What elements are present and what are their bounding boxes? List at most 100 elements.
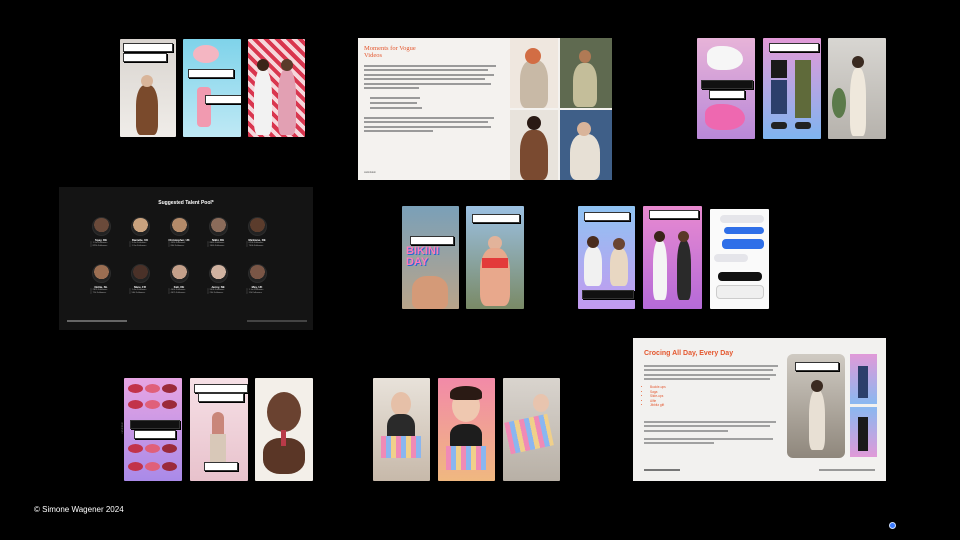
story-thumbnail[interactable]: BIKINI DAY: [402, 206, 459, 309]
story-thumbnail[interactable]: [643, 206, 702, 309]
story-thumbnail[interactable]: [124, 378, 182, 481]
presentation-slide-moments[interactable]: Moments for Vogue Videos calvinklein: [358, 38, 612, 180]
avatar-head: [533, 394, 549, 412]
talent-card[interactable]: Mare, FR ▢ 1.4m Followers ▢ 56k Followers: [126, 264, 154, 295]
slide-title: Crocing All Day, Every Day: [644, 350, 734, 357]
plant-decor: [832, 88, 846, 118]
caption-sticker: [769, 43, 819, 52]
caption-sticker: [134, 430, 176, 439]
caption-sticker: [198, 393, 244, 402]
body-text-lines: [644, 421, 784, 447]
clog-shoe: [795, 122, 811, 129]
lips-icon: [162, 400, 177, 409]
talent-card[interactable]: Kali, DE ▢ 460k Followers ▢ 467k Followers: [165, 264, 193, 295]
person-figure: [610, 248, 628, 286]
talent-card[interactable]: Nikki, DE ▢ 864k Followers ▢ 144k Follower…: [204, 217, 232, 248]
lip-gloss-product: [193, 45, 219, 63]
swimwear: [482, 258, 508, 268]
story-thumbnail[interactable]: [578, 206, 635, 309]
story-thumbnail[interactable]: [438, 378, 495, 481]
talent-card[interactable]: May, UK ▢ 1.1m Followers ▢ 11k Followers: [243, 264, 271, 295]
indicator-dot[interactable]: [889, 522, 896, 529]
lips-icon: [162, 462, 177, 471]
slide-title-line1: Moments for Vogue: [364, 45, 416, 52]
talent-stat: ▢ 11k Followers: [246, 292, 263, 294]
story-thumbnail[interactable]: [503, 378, 560, 481]
story-mockup: [850, 354, 877, 404]
person-head: [587, 236, 599, 248]
story-thumbnail[interactable]: [183, 39, 241, 137]
product-list-item[interactable]: Buckle-ups: [650, 385, 666, 390]
talent-stat: ▢ 467k Followers: [168, 292, 186, 294]
product-list: Buckle-upsSagaSlide-upsAlfieJibbitz gift: [644, 385, 666, 408]
slide-footnote: [819, 469, 875, 471]
person-figure: [480, 248, 510, 306]
talent-stat: ▢ 1.2m Followers: [129, 245, 147, 247]
chat-bubble: [714, 254, 748, 262]
copyright-text: © Simone Wagener 2024: [34, 505, 124, 514]
story-thumbnail[interactable]: [120, 39, 176, 137]
caption-sticker: [584, 212, 630, 221]
caption-sticker: [205, 95, 241, 104]
story-thumbnail[interactable]: [828, 38, 886, 139]
caption-sticker: [188, 69, 234, 78]
slide-footer: [67, 320, 127, 322]
story-thumbnail[interactable]: [373, 378, 430, 481]
story-thumbnail[interactable]: [255, 378, 313, 481]
slide-title: Moments for Vogue Videos: [364, 45, 416, 59]
talent-card[interactable]: Christopher, UK ▢ 445k Followers ▢ 80k Fol…: [165, 217, 193, 248]
palette-card: [381, 436, 421, 458]
avatar: [130, 264, 150, 283]
avatar: [208, 217, 228, 236]
product-list-item[interactable]: Jibbitz gift: [650, 403, 666, 408]
lips-icon: [145, 400, 160, 409]
clothing-item: [795, 60, 811, 118]
chat-screenshot[interactable]: [710, 209, 769, 309]
talent-card[interactable]: Jenny, NE ▢ 960k Followers ▢ 25k Followers: [204, 264, 232, 295]
avatar: [130, 217, 150, 236]
caption-sticker: [194, 384, 248, 393]
lips-icon: [145, 444, 160, 453]
avatar-hair: [450, 386, 482, 400]
talent-stat: ▢ 25k Followers: [207, 292, 224, 294]
avatar: [247, 264, 267, 283]
slide-footer: calvinklein: [364, 171, 376, 174]
story-thumbnail[interactable]: [248, 39, 305, 137]
photo-collage: [510, 38, 612, 180]
caption-sticker: [701, 80, 753, 89]
avatar: [169, 217, 189, 236]
person-head: [678, 231, 689, 242]
chat-bubble: [718, 272, 762, 281]
story-thumbnail[interactable]: [763, 38, 821, 139]
person-head: [267, 392, 301, 432]
person-figure: [677, 240, 691, 300]
lipstick-product: [281, 430, 286, 446]
chat-bubble: [720, 215, 764, 223]
person-figure: [653, 240, 667, 300]
presentation-slide-talent-pool[interactable]: Suggested Talent Pool* calvinklein Spay,…: [59, 187, 313, 434]
story-thumbnail[interactable]: [190, 378, 248, 481]
talent-card[interactable]: Danielle, UK ▢ 3.4m Followers ▢ 1.2m Follo…: [126, 217, 154, 248]
caption-sticker: [410, 236, 454, 245]
avatar: [91, 264, 111, 283]
palette-card: [504, 413, 554, 455]
person-figure: [278, 69, 296, 135]
story-thumbnail[interactable]: [466, 206, 524, 309]
chat-bubble: [724, 227, 764, 234]
person-figure: [412, 276, 448, 309]
talent-card[interactable]: Spay, DE ▢ 1.2m Followers ▢ 825k Followers: [87, 217, 115, 248]
talent-stat: ▢ 71k Followers: [90, 292, 107, 294]
lip-gloss-product: [197, 87, 211, 127]
caption-sticker: [123, 43, 173, 52]
lips-icon: [145, 462, 160, 471]
story-thumbnail[interactable]: [697, 38, 755, 139]
talent-card[interactable]: Nolite, NL ▢ 282k Followers ▢ 71k Follower…: [87, 264, 115, 295]
presentation-slide-crocs[interactable]: Crocing All Day, Every Day Buckle-upsSag…: [633, 338, 886, 481]
person-figure: [850, 68, 866, 136]
caption-sticker: [204, 462, 238, 471]
slide-title-line2: Videos: [364, 52, 383, 59]
avatar: [91, 217, 111, 236]
chat-bubble: [722, 239, 764, 249]
lips-icon: [145, 384, 160, 393]
talent-card[interactable]: Mickiane, DE ▢ 620k Followers ▢ 740k Follo…: [243, 217, 271, 248]
